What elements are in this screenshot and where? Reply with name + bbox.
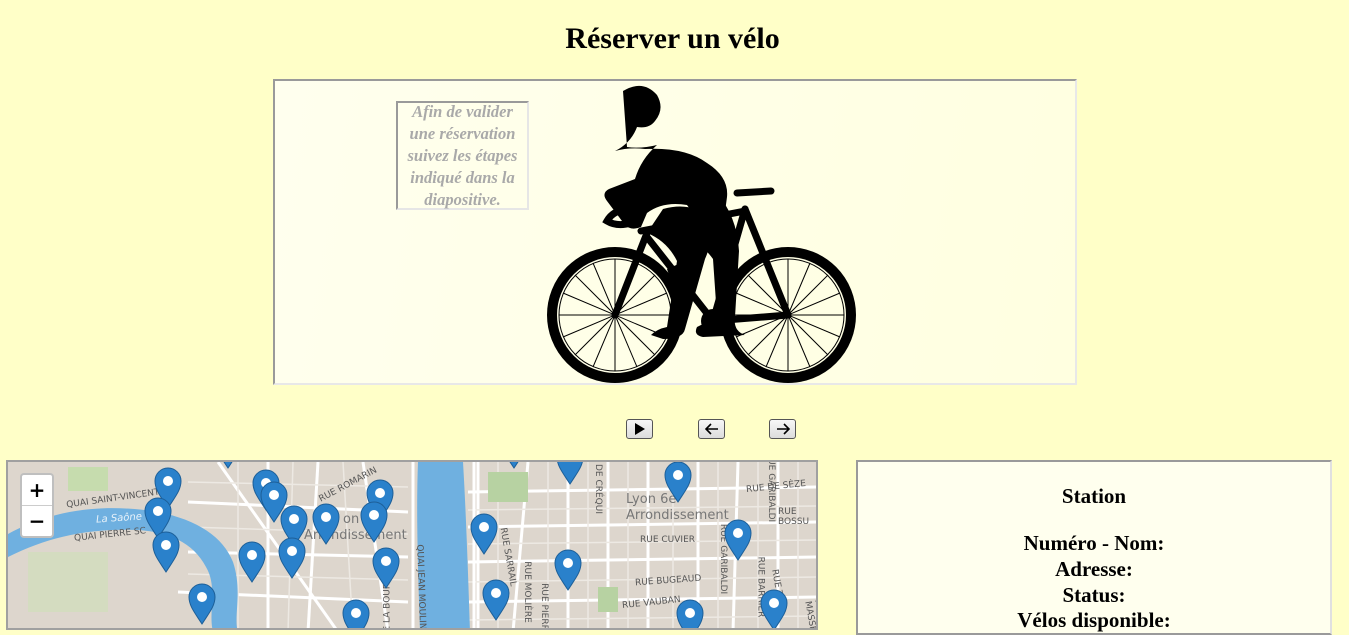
map-marker-icon[interactable] <box>238 541 266 583</box>
map-marker-icon[interactable] <box>760 589 788 630</box>
cyclist-image <box>547 85 856 383</box>
zoom-in-button[interactable]: + <box>22 475 52 506</box>
station-status-label: Status: <box>1062 583 1126 607</box>
map-marker-icon[interactable] <box>556 462 584 485</box>
map-marker-icon[interactable] <box>360 501 388 543</box>
play-icon <box>634 423 645 435</box>
map-marker-icon[interactable] <box>470 513 498 555</box>
next-slide-button[interactable] <box>769 419 796 439</box>
play-button[interactable] <box>626 419 653 439</box>
station-bikes-label: Vélos disponible: <box>1017 608 1171 632</box>
slide-caption: Afin de valider une réservation suivez l… <box>396 101 529 210</box>
map-marker-icon[interactable] <box>664 462 692 503</box>
station-panel: Station Numéro - Nom: Adresse: Status: V… <box>856 460 1332 635</box>
stations-map[interactable]: Lyon 6e Arrondissement on Arrondissement… <box>6 460 818 630</box>
map-marker-icon[interactable] <box>342 599 370 630</box>
zoom-out-button[interactable]: − <box>22 506 52 536</box>
map-marker-icon[interactable] <box>500 462 528 469</box>
map-marker-icon[interactable] <box>214 462 242 469</box>
station-heading: Station <box>1061 484 1127 508</box>
map-marker-icon[interactable] <box>482 579 510 621</box>
map-marker-icon[interactable] <box>188 583 216 625</box>
arrow-left-icon <box>704 423 718 435</box>
map-marker-icon[interactable] <box>676 599 704 630</box>
previous-slide-button[interactable] <box>698 419 725 439</box>
station-address-label: Adresse: <box>1055 557 1133 581</box>
station-number-name-label: Numéro - Nom: <box>1023 531 1165 555</box>
slideshow: Afin de valider une réservation suivez l… <box>273 79 1077 385</box>
map-marker-icon[interactable] <box>554 549 582 591</box>
map-marker-icon[interactable] <box>724 519 752 561</box>
map-marker-icon[interactable] <box>312 503 340 545</box>
arrow-right-icon <box>776 423 790 435</box>
map-marker-icon[interactable] <box>152 531 180 573</box>
page-title: Réserver un vélo <box>565 22 780 55</box>
station-markers <box>144 462 788 630</box>
map-marker-icon[interactable] <box>278 537 306 579</box>
map-marker-icon[interactable] <box>372 547 400 589</box>
zoom-control: + − <box>20 473 54 538</box>
